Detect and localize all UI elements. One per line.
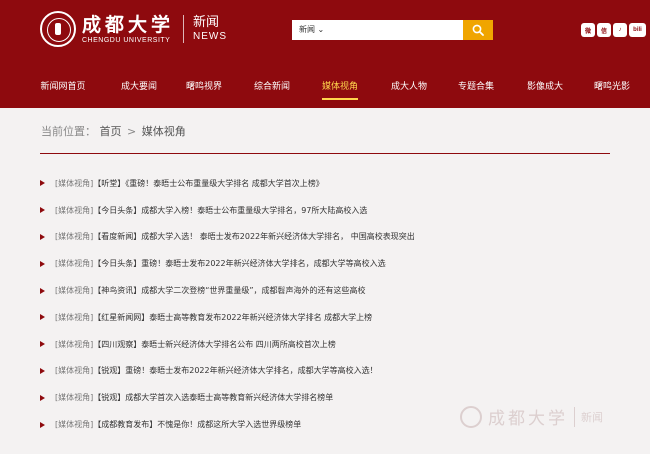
nav-item-label: 成大要闻 bbox=[120, 82, 158, 92]
nav-item-label: 成大人物 bbox=[390, 82, 428, 92]
social-links: 微 信 ♪ bili bbox=[581, 23, 648, 37]
bullet-arrow-icon bbox=[40, 367, 45, 374]
list-item[interactable]: [媒体视角] 【红星新闻网】泰晤士高等教育发布2022年新兴经济体大学排名 成都大… bbox=[40, 304, 610, 331]
search-icon bbox=[472, 24, 484, 36]
nav-item-cdu-news[interactable]: 成大要闻 bbox=[121, 76, 157, 100]
logo-divider bbox=[183, 15, 185, 43]
nav-item-shuming-vision[interactable]: 曙鸣视界 bbox=[186, 76, 222, 100]
nav-item-people[interactable]: 成大人物 bbox=[391, 76, 427, 100]
list-item[interactable]: [媒体视角] 【四川观察】泰晤士新兴经济体大学排名公布 四川两所高校首次上榜 bbox=[40, 331, 610, 358]
header-bar: 成都大学 CHENGDU UNIVERSITY 新闻 NEWS 新闻 ⌄ 微 信… bbox=[0, 0, 650, 108]
article-title-link[interactable]: 【看度新闻】成都大学入选！ 泰晤士发布2022年新兴经济体大学排名， 中国高校表… bbox=[93, 231, 414, 242]
article-category: [媒体视角] bbox=[55, 205, 94, 215]
search-button[interactable] bbox=[463, 20, 493, 40]
bullet-arrow-icon bbox=[40, 180, 45, 187]
logo-chinese: 成都大学 bbox=[82, 13, 175, 36]
nav-item-label: 新闻网首页 bbox=[40, 82, 86, 92]
logo-wordmark: 成都大学 CHENGDU UNIVERSITY bbox=[82, 14, 174, 45]
bullet-arrow-icon bbox=[40, 421, 45, 428]
list-item[interactable]: [媒体视角] 【神鸟资讯】成都大学二次登榜“世界重量级”，成都髫声海外的还有这些高… bbox=[40, 277, 610, 304]
nav-item-label: 曙鸣视界 bbox=[185, 82, 223, 92]
article-list: [媒体视角] 【听堂】《重磅！泰晤士公布重量级大学排名 成都大学首次上榜》 [媒体… bbox=[40, 170, 610, 438]
search-bar: 新闻 ⌄ bbox=[292, 20, 493, 40]
article-category: [媒体视角] bbox=[55, 420, 94, 430]
watermark-seal-icon bbox=[460, 405, 482, 428]
article-title-link[interactable]: 【神鸟资讯】成都大学二次登榜“世界重量级”，成都髫声海外的还有这些高校 bbox=[93, 285, 365, 296]
article-title-link[interactable]: 【四川观察】泰晤士新兴经济体大学排名公布 四川两所高校首次上榜 bbox=[93, 339, 336, 350]
list-item[interactable]: [媒体视角] 【今日头条】成都大学入榜！泰晤士公布重量级大学排名，97所大陆高校入… bbox=[40, 197, 610, 224]
list-item[interactable]: [媒体视角] 【锐观】重磅！泰晤士发布2022年新兴经济体大学排名，成都大学等高校… bbox=[40, 358, 610, 385]
article-title-link[interactable]: 【听堂】《重磅！泰晤士公布重量级大学排名 成都大学首次上榜》 bbox=[93, 178, 324, 189]
article-title-link[interactable]: 【红星新闻网】泰晤士高等教育发布2022年新兴经济体大学排名 成都大学上榜 bbox=[93, 312, 372, 323]
article-category: [媒体视角] bbox=[55, 286, 94, 296]
watermark-divider bbox=[574, 406, 575, 427]
bullet-arrow-icon bbox=[40, 207, 45, 214]
douyin-icon[interactable]: ♪ bbox=[613, 23, 627, 37]
breadcrumb-prefix: 当前位置： bbox=[41, 125, 96, 138]
nav-item-label: 专题合集 bbox=[457, 82, 495, 92]
nav-item-media[interactable]: 媒体视角 bbox=[321, 76, 359, 100]
breadcrumb-home-link[interactable]: 首页 bbox=[100, 125, 122, 138]
bullet-arrow-icon bbox=[40, 314, 45, 321]
article-category: [媒体视角] bbox=[55, 339, 94, 349]
breadcrumb: 当前位置： 首页 > 媒体视角 bbox=[41, 123, 186, 139]
wechat-icon[interactable]: 信 bbox=[597, 23, 611, 37]
footer-watermark: 成都大学 新闻 bbox=[460, 404, 603, 429]
article-title-link[interactable]: 【锐观】成都大学首次入选泰晤士高等教育新兴经济体大学排名榜单 bbox=[93, 392, 333, 403]
section-divider bbox=[40, 153, 610, 154]
article-category: [媒体视角] bbox=[55, 393, 94, 403]
list-item[interactable]: [媒体视角] 【今日头条】重磅！泰晤士发布2022年新兴经济体大学排名，成都大学等… bbox=[40, 250, 610, 277]
search-category-select[interactable]: 新闻 ⌄ bbox=[292, 20, 463, 40]
article-category: [媒体视角] bbox=[55, 259, 94, 269]
list-item[interactable]: [媒体视角] 【听堂】《重磅！泰晤士公布重量级大学排名 成都大学首次上榜》 bbox=[40, 170, 610, 197]
watermark-text: 成都大学 bbox=[488, 409, 568, 429]
article-title-link[interactable]: 【今日头条】成都大学入榜！泰晤士公布重量级大学排名，97所大陆高校入选 bbox=[93, 205, 367, 216]
nav-item-home[interactable]: 新闻网首页 bbox=[40, 76, 85, 100]
nav-item-topics[interactable]: 专题合集 bbox=[458, 76, 494, 100]
list-item[interactable]: [媒体视角] 【看度新闻】成都大学入选！ 泰晤士发布2022年新兴经济体大学排名，… bbox=[40, 224, 610, 251]
university-seal-icon bbox=[40, 11, 76, 47]
logo-news: 新闻 NEWS bbox=[193, 15, 227, 43]
active-tab-indicator bbox=[321, 98, 359, 100]
bullet-arrow-icon bbox=[40, 341, 45, 348]
article-category: [媒体视角] bbox=[55, 232, 94, 242]
logo-news-english: NEWS bbox=[193, 31, 228, 42]
article-category: [媒体视角] bbox=[55, 366, 94, 376]
nav-item-general-news[interactable]: 综合新闻 bbox=[254, 76, 290, 100]
nav-item-gallery[interactable]: 影像成大 bbox=[527, 76, 563, 100]
nav-item-label: 曙鸣光影 bbox=[593, 82, 631, 92]
nav-item-label: 综合新闻 bbox=[253, 82, 291, 92]
weibo-icon[interactable]: 微 bbox=[581, 23, 595, 37]
breadcrumb-separator: > bbox=[127, 125, 137, 138]
logo-news-chinese: 新闻 bbox=[193, 15, 220, 30]
bullet-arrow-icon bbox=[40, 394, 45, 401]
logo-english: CHENGDU UNIVERSITY bbox=[82, 36, 171, 44]
watermark-news: 新闻 bbox=[581, 410, 603, 424]
article-category: [媒体视角] bbox=[55, 178, 94, 188]
site-logo[interactable]: 成都大学 CHENGDU UNIVERSITY 新闻 NEWS bbox=[40, 11, 227, 47]
bullet-arrow-icon bbox=[40, 260, 45, 267]
bullet-arrow-icon bbox=[40, 287, 45, 294]
nav-item-label: 媒体视角 bbox=[321, 82, 359, 92]
bullet-arrow-icon bbox=[40, 233, 45, 240]
article-title-link[interactable]: 【锐观】重磅！泰晤士发布2022年新兴经济体大学排名，成都大学等高校入选！ bbox=[93, 365, 377, 376]
nav-item-shuming-light[interactable]: 曙鸣光影 bbox=[594, 76, 630, 100]
article-category: [媒体视角] bbox=[55, 312, 94, 322]
breadcrumb-current[interactable]: 媒体视角 bbox=[142, 125, 186, 138]
article-title-link[interactable]: 【今日头条】重磅！泰晤士发布2022年新兴经济体大学排名，成都大学等高校入选 bbox=[93, 258, 385, 269]
nav-item-label: 影像成大 bbox=[526, 82, 564, 92]
bilibili-icon[interactable]: bili bbox=[629, 23, 646, 37]
article-title-link[interactable]: 【成都教育发布】不愧是你！成都这所大学入选世界级榜单 bbox=[93, 419, 301, 430]
main-nav: 新闻网首页 成大要闻 曙鸣视界 综合新闻 媒体视角 成大人物 专题合集 影像成大… bbox=[0, 76, 650, 100]
